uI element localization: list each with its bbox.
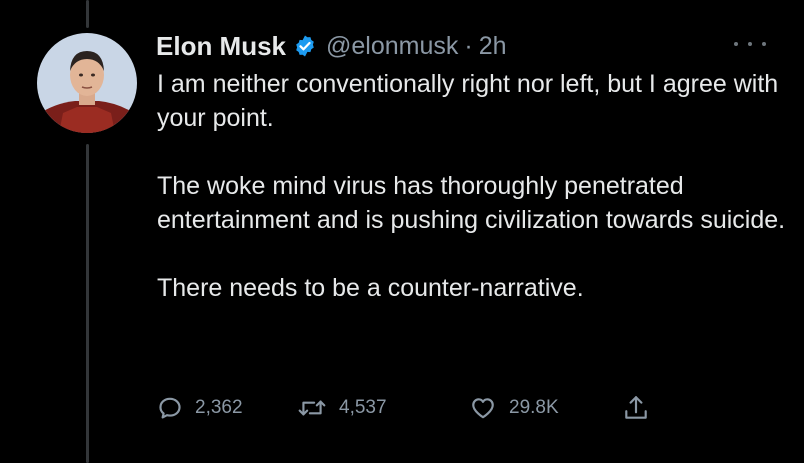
tweet-header: Elon Musk @elonmusk · 2h <box>156 26 507 66</box>
thread-line-top <box>86 0 89 28</box>
tweet-paragraph: I am neither conventionally right nor le… <box>157 70 779 132</box>
retweet-button[interactable]: 4,537 <box>297 390 387 426</box>
thread-line-bottom <box>86 144 89 463</box>
more-dot <box>748 42 752 46</box>
heart-icon <box>472 398 494 419</box>
tweet-timestamp[interactable]: 2h <box>479 32 507 61</box>
tweet-paragraph: The woke mind virus has thoroughly penet… <box>157 172 786 234</box>
reply-count: 2,362 <box>195 397 243 418</box>
share-button[interactable] <box>623 390 649 426</box>
tweet-text: I am neither conventionally right nor le… <box>157 67 787 305</box>
tweet-actions: 2,362 4,537 29.8K <box>157 390 677 426</box>
like-count: 29.8K <box>509 397 559 418</box>
header-separator: · <box>464 31 473 60</box>
reply-icon <box>159 397 181 419</box>
like-button[interactable]: 29.8K <box>469 390 559 426</box>
tweet-paragraph: There needs to be a counter-narrative. <box>157 274 584 302</box>
retweet-count: 4,537 <box>339 397 387 418</box>
verified-badge-icon <box>293 34 317 58</box>
reply-button[interactable]: 2,362 <box>157 390 243 426</box>
author-display-name[interactable]: Elon Musk <box>156 31 286 62</box>
more-dot <box>734 42 738 46</box>
avatar[interactable] <box>37 33 137 133</box>
author-handle[interactable]: @elonmusk <box>326 32 458 61</box>
more-dot <box>762 42 766 46</box>
share-icon <box>625 396 647 419</box>
retweet-icon <box>298 400 326 416</box>
more-options-icon[interactable] <box>734 34 766 54</box>
